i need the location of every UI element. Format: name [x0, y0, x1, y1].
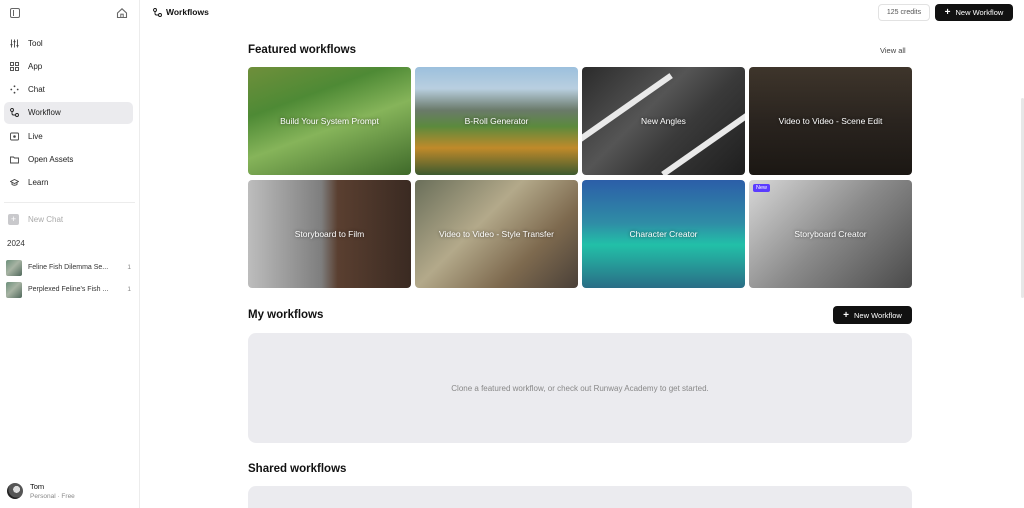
sidebar-nav: Tool App Chat Workflow Live Open Assets: [0, 32, 139, 194]
live-icon: [10, 132, 19, 141]
sidebar-item-label: Learn: [28, 178, 49, 188]
workflow-card-label: New Angles: [641, 116, 686, 126]
workflow-card[interactable]: Video to Video - Scene Edit: [749, 67, 912, 175]
plus-icon: +: [944, 7, 951, 18]
chat-count: 1: [127, 264, 131, 272]
sidebar-item-open-assets[interactable]: Open Assets: [4, 148, 133, 170]
chat-title: Feline Fish Dilemma Se...: [28, 264, 109, 272]
sidebar-divider: [4, 201, 135, 203]
my-new-workflow-button[interactable]: + New Workflow: [833, 306, 912, 324]
sidebar-item-label: App: [28, 61, 43, 71]
view-all-link[interactable]: View all: [880, 46, 906, 55]
sidebar-item-workflow[interactable]: Workflow: [4, 101, 133, 124]
workflow-card-label: B-Roll Generator: [464, 116, 529, 126]
sparkle-icon: [10, 85, 19, 94]
sidebar-item-tool[interactable]: Tool: [4, 32, 133, 54]
chat-thumbnail: [6, 281, 22, 298]
workflow-card-label: Character Creator: [629, 229, 698, 239]
chat-list-item[interactable]: Feline Fish Dilemma Se... 1: [0, 257, 139, 279]
workflow-card-label: Storyboard to Film: [294, 229, 365, 239]
road-marking: [661, 103, 745, 175]
grid-icon: [10, 61, 19, 71]
new-workflow-label: New Workflow: [955, 8, 1004, 17]
avatar: [7, 483, 23, 499]
workflow-card[interactable]: Video to Video - Style Transfer: [415, 180, 578, 288]
chat-count: 1: [127, 286, 131, 294]
sidebar-top: [0, 0, 139, 28]
workflow-card[interactable]: New Angles: [582, 67, 745, 175]
my-workflows-empty-state: Clone a featured workflow, or check out …: [248, 333, 912, 443]
new-chat-label: New Chat: [28, 215, 64, 225]
user-name: Tom: [30, 482, 45, 491]
sidebar-item-label: Live: [28, 131, 43, 141]
workflow-card-label: Storyboard Creator: [794, 229, 867, 239]
collapse-sidebar-icon[interactable]: [10, 8, 20, 18]
workflow-card[interactable]: Character Creator: [582, 180, 745, 288]
new-chat-button[interactable]: + New Chat: [8, 211, 139, 229]
page-title-text: Workflows: [166, 7, 209, 17]
folder-icon: [10, 156, 19, 164]
sidebar-item-app[interactable]: App: [4, 55, 133, 77]
user-plan: Personal · Free: [30, 493, 75, 500]
chat-thumbnail: [6, 259, 22, 276]
top-header: Workflows 125 credits + New Workflow: [140, 0, 1024, 26]
new-workflow-label: New Workflow: [854, 310, 902, 320]
empty-state-text: Clone a featured workflow, or check out …: [451, 383, 709, 393]
workflow-card[interactable]: Build Your System Prompt: [248, 67, 411, 175]
user-profile[interactable]: Tom Personal · Free: [7, 482, 75, 500]
sidebar-item-label: Workflow: [28, 108, 61, 118]
graduation-cap-icon: [10, 179, 19, 186]
featured-workflows-grid: Build Your System Prompt B-Roll Generato…: [248, 67, 912, 289]
header-new-workflow-button[interactable]: + New Workflow: [935, 4, 1013, 21]
page-title: Workflows: [153, 7, 209, 17]
workflow-card[interactable]: Storyboard to Film: [248, 180, 411, 288]
workflow-card[interactable]: B-Roll Generator: [415, 67, 578, 175]
workflow-card[interactable]: New Storyboard Creator: [749, 180, 912, 288]
workflow-icon: [153, 7, 162, 17]
sidebar-item-label: Open Assets: [28, 154, 74, 164]
sidebar-item-chat[interactable]: Chat: [4, 79, 133, 101]
new-badge: New: [753, 184, 771, 192]
shared-workflows-container: [248, 486, 912, 508]
my-workflows-heading: My workflows: [248, 309, 324, 321]
workflow-icon: [10, 108, 19, 118]
sidebar-item-live[interactable]: Live: [4, 125, 133, 147]
sidebar-item-label: Chat: [28, 85, 45, 95]
workflow-card-label: Build Your System Prompt: [280, 116, 379, 126]
home-icon[interactable]: [116, 7, 128, 19]
sidebar: Tool App Chat Workflow Live Open Assets: [0, 0, 140, 508]
chat-list-item[interactable]: Perplexed Feline's Fish ... 1: [0, 279, 139, 301]
workflow-card-label: Video to Video - Scene Edit: [778, 116, 883, 126]
plus-icon: +: [843, 309, 850, 321]
road-marking: [582, 73, 673, 147]
sliders-icon: [10, 39, 19, 47]
app: Tool App Chat Workflow Live Open Assets: [0, 0, 1024, 508]
sidebar-item-label: Tool: [28, 38, 43, 48]
credits-badge[interactable]: 125 credits: [878, 4, 930, 21]
featured-workflows-heading: Featured workflows: [248, 44, 356, 56]
plus-icon: +: [8, 214, 19, 226]
chat-group-year: 2024: [7, 238, 25, 248]
shared-workflows-heading: Shared workflows: [248, 463, 347, 475]
workflow-card-label: Video to Video - Style Transfer: [439, 229, 554, 239]
sidebar-item-learn[interactable]: Learn: [4, 172, 133, 194]
chat-title: Perplexed Feline's Fish ...: [28, 286, 109, 294]
